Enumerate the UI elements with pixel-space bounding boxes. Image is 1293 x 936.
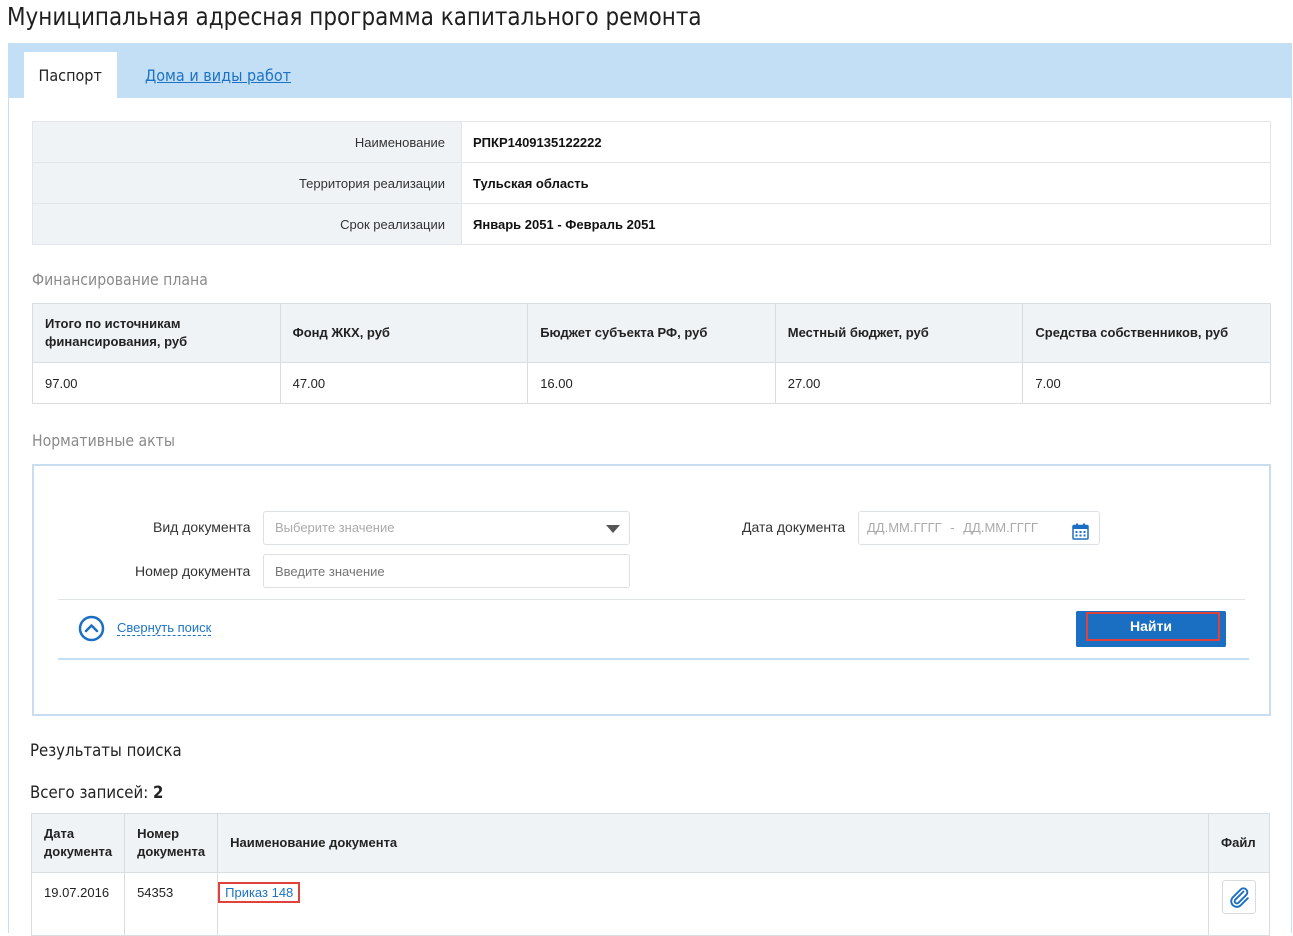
results-total-count: 2 xyxy=(153,783,164,803)
tab-passport[interactable]: Паспорт xyxy=(24,52,117,98)
financing-header: Бюджет субъекта РФ, руб xyxy=(527,303,776,363)
financing-value: 97.00 xyxy=(32,362,281,404)
results-header-row: Дата документа Номер документа Наименова… xyxy=(30,813,1270,873)
financing-header-row: Итого по источникам финансирования, руб … xyxy=(32,303,1271,363)
results-header-number: Номер документа xyxy=(124,813,219,873)
tab-bar: Паспорт Дома и виды работ xyxy=(9,44,1291,98)
caret-down-icon xyxy=(606,525,620,533)
results-header-name: Наименование документа xyxy=(217,813,1209,873)
info-label: Наименование xyxy=(32,121,462,163)
results-table: Дата документа Номер документа Наименова… xyxy=(30,813,1270,936)
results-total-label: Всего записей: xyxy=(30,783,149,803)
info-value: РПКР1409135122222 xyxy=(461,121,1271,163)
tab-houses-and-works[interactable]: Дома и виды работ xyxy=(145,66,291,85)
result-document-link[interactable]: Приказ 148 xyxy=(218,882,301,903)
results-title: Результаты поиска xyxy=(30,741,182,761)
result-name-cell: Приказ 148 xyxy=(217,872,1209,936)
tab-passport-label: Паспорт xyxy=(38,65,103,85)
doc-date-range-input[interactable]: ДД.ММ.ГГГГ - ДД.ММ.ГГГГ xyxy=(858,511,1100,545)
financing-value: 27.00 xyxy=(774,362,1024,404)
info-label: Срок реализации xyxy=(32,203,462,245)
page-title: Муниципальная адресная программа капитал… xyxy=(7,2,702,31)
acts-section-title: Нормативные акты xyxy=(32,431,175,450)
doc-type-select[interactable]: Выберите значение xyxy=(263,511,630,545)
financing-header: Итого по источникам финансирования, руб xyxy=(32,303,281,363)
doc-number-label: Номер документа xyxy=(135,563,251,579)
search-form-divider xyxy=(58,599,1245,600)
chevron-up-circle-icon[interactable] xyxy=(78,615,105,645)
info-row: Территория реализации Тульская область xyxy=(32,162,1271,204)
results-header-date: Дата документа xyxy=(30,813,126,873)
financing-value: 16.00 xyxy=(527,362,776,404)
info-label: Территория реализации xyxy=(32,162,462,204)
date-from-placeholder: ДД.ММ.ГГГГ xyxy=(867,520,942,535)
financing-value: 7.00 xyxy=(1022,362,1271,404)
find-button-label: Найти xyxy=(1130,618,1172,634)
result-file-cell xyxy=(1208,872,1270,936)
info-row: Наименование РПКР1409135122222 xyxy=(32,121,1271,163)
table-row: 19.07.2016 54353 Приказ 148 xyxy=(30,872,1270,936)
info-value: Январь 2051 - Февраль 2051 xyxy=(461,203,1271,245)
paperclip-icon xyxy=(1230,887,1249,908)
result-date: 19.07.2016 xyxy=(30,872,126,936)
program-info-table: Наименование РПКР1409135122222 Территори… xyxy=(32,121,1271,245)
date-to-placeholder: ДД.ММ.ГГГГ xyxy=(963,520,1038,535)
attachment-button[interactable] xyxy=(1222,880,1256,914)
calendar-icon[interactable] xyxy=(1072,520,1089,552)
financing-header: Фонд ЖКХ, руб xyxy=(279,303,529,363)
financing-section-title: Финансирование плана xyxy=(32,270,208,289)
collapse-search-link[interactable]: Свернуть поиск xyxy=(117,620,212,636)
info-row: Срок реализации Январь 2051 - Февраль 20… xyxy=(32,203,1271,245)
doc-type-label: Вид документа xyxy=(153,519,251,535)
find-button[interactable]: Найти xyxy=(1076,611,1226,647)
financing-header: Местный бюджет, руб xyxy=(774,303,1024,363)
financing-value: 47.00 xyxy=(279,362,529,404)
financing-table: Итого по источникам финансирования, руб … xyxy=(32,303,1271,404)
acts-search-form: Вид документа Выберите значение Номер до… xyxy=(32,464,1271,716)
results-header-file: Файл xyxy=(1208,813,1270,873)
financing-values-row: 97.00 47.00 16.00 27.00 7.00 xyxy=(32,362,1271,404)
results-total: Всего записей: 2 xyxy=(30,783,163,803)
result-number: 54353 xyxy=(124,872,219,936)
info-value: Тульская область xyxy=(461,162,1271,204)
date-range-separator: - xyxy=(950,520,955,535)
doc-number-input[interactable] xyxy=(263,554,630,588)
financing-header: Средства собственников, руб xyxy=(1022,303,1271,363)
doc-date-label: Дата документа xyxy=(742,519,846,535)
program-panel: Паспорт Дома и виды работ Наименование Р… xyxy=(8,43,1292,933)
search-form-bottom-line xyxy=(58,658,1249,660)
doc-type-placeholder: Выберите значение xyxy=(275,520,395,535)
